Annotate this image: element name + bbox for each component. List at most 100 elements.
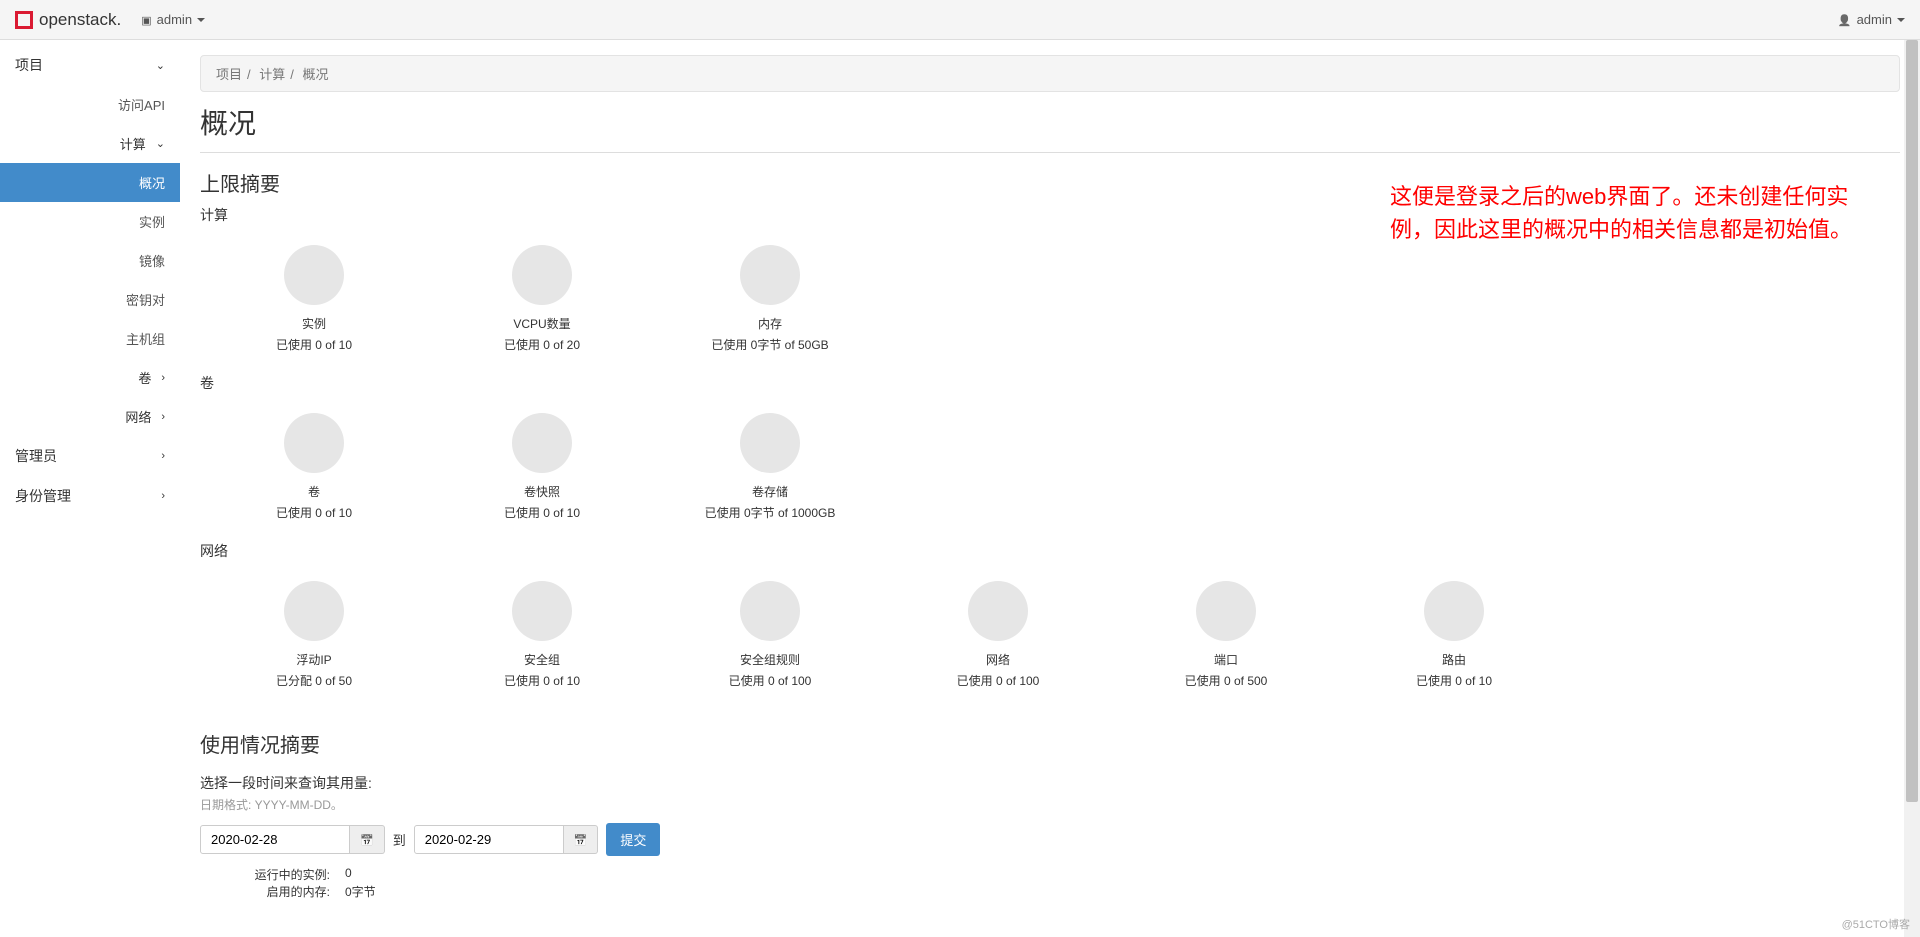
nav-keypairs[interactable]: 密钥对 <box>0 280 180 319</box>
date-to-input[interactable] <box>414 825 564 854</box>
nav-api-access[interactable]: 访问API <box>0 85 180 124</box>
quota-item: 卷存储已使用 0字节 of 1000GB <box>656 403 884 531</box>
domain-label: admin <box>157 12 192 27</box>
quota-chart-icon <box>1424 581 1484 641</box>
quota-usage: 已使用 0 of 10 <box>276 504 352 521</box>
quota-label: 卷存储 <box>752 483 788 500</box>
quota-label: 路由 <box>1442 651 1466 668</box>
chevron-down-icon: ⌄ <box>156 59 165 72</box>
quota-label: 端口 <box>1214 651 1238 668</box>
page-title: 概况 <box>200 102 1900 153</box>
chevron-right-icon: › <box>161 411 165 423</box>
quota-label: 安全组规则 <box>740 651 800 668</box>
quota-item: 端口已使用 0 of 500 <box>1112 571 1340 699</box>
quota-label: 实例 <box>302 315 326 332</box>
submit-button[interactable]: 提交 <box>606 823 660 856</box>
chevron-right-icon: › <box>161 450 165 462</box>
quota-chart-icon <box>284 413 344 473</box>
quota-item: 卷已使用 0 of 10 <box>200 403 428 531</box>
running-instances-value: 0 <box>345 866 352 883</box>
date-from-input[interactable] <box>200 825 350 854</box>
quota-item: 内存已使用 0字节 of 50GB <box>656 235 884 363</box>
quota-chart-icon <box>1196 581 1256 641</box>
chevron-right-icon: › <box>161 490 165 502</box>
nav-hostgroups[interactable]: 主机组 <box>0 319 180 358</box>
calendar-icon[interactable] <box>564 825 599 854</box>
quota-label: 网络 <box>986 651 1010 668</box>
used-ram-value: 0字节 <box>345 883 376 900</box>
quota-chart-icon <box>284 245 344 305</box>
user-dropdown[interactable]: admin <box>1838 12 1905 27</box>
user-label: admin <box>1857 12 1892 27</box>
crumb-overview: 概况 <box>303 67 329 82</box>
quota-usage: 已使用 0 of 100 <box>729 672 812 689</box>
nav-label: 卷 <box>15 368 151 387</box>
brand-text: openstack. <box>39 10 121 30</box>
quota-chart-icon <box>968 581 1028 641</box>
quota-row-compute: 实例已使用 0 of 10VCPU数量已使用 0 of 20内存已使用 0字节 … <box>200 235 1900 363</box>
crumb-project[interactable]: 项目 <box>216 67 242 82</box>
nav-label: 项目 <box>15 55 43 75</box>
to-label: 到 <box>393 830 406 849</box>
nav-label: 概况 <box>139 173 165 192</box>
quota-usage: 已使用 0 of 10 <box>504 504 580 521</box>
quota-chart-icon <box>284 581 344 641</box>
calendar-icon[interactable] <box>350 825 385 854</box>
nav-compute[interactable]: 计算 ⌄ <box>0 124 180 163</box>
user-icon <box>1838 12 1852 27</box>
quota-usage: 已使用 0字节 of 1000GB <box>705 504 836 521</box>
quota-row-volumes: 卷已使用 0 of 10卷快照已使用 0 of 10卷存储已使用 0字节 of … <box>200 403 1900 531</box>
annotation-note: 这便是登录之后的web界面了。还未创建任何实例，因此这里的概况中的相关信息都是初… <box>1390 180 1890 246</box>
nav-identity[interactable]: 身份管理 › <box>0 476 180 516</box>
crumb-compute[interactable]: 计算 <box>259 67 285 82</box>
quota-item: 浮动IP 已分配 0 of 50 <box>200 571 428 699</box>
nav-label: 访问API <box>118 95 165 114</box>
scrollbar-thumb[interactable] <box>1906 40 1918 802</box>
quota-chart-icon <box>740 581 800 641</box>
watermark: @51CTO博客 <box>1842 916 1910 932</box>
quota-item: 卷快照已使用 0 of 10 <box>428 403 656 531</box>
quota-item: VCPU数量已使用 0 of 20 <box>428 235 656 363</box>
quota-label: VCPU数量 <box>513 315 570 332</box>
quota-usage: 已使用 0字节 of 50GB <box>711 336 828 353</box>
quota-label: 卷快照 <box>524 483 560 500</box>
sidebar: 项目 ⌄ 访问API 计算 ⌄ 概况 实例 镜像 密钥对 主机组 卷 › 网 <box>0 40 180 930</box>
quota-chart-icon <box>740 413 800 473</box>
nav-instances[interactable]: 实例 <box>0 202 180 241</box>
domain-dropdown[interactable]: admin <box>141 12 205 27</box>
nav-network[interactable]: 网络 › <box>0 397 180 436</box>
nav-label: 镜像 <box>139 251 165 270</box>
quota-item: 安全组规则已使用 0 of 100 <box>656 571 884 699</box>
breadcrumb: 项目/ 计算/ 概况 <box>200 55 1900 92</box>
openstack-logo-icon <box>15 11 33 29</box>
caret-down-icon <box>197 18 205 22</box>
nav-overview[interactable]: 概况 <box>0 163 180 202</box>
chevron-down-icon: ⌄ <box>156 137 165 150</box>
brand-logo[interactable]: openstack. <box>15 10 121 30</box>
nav-label: 管理员 <box>15 446 57 466</box>
scrollbar[interactable] <box>1904 40 1920 937</box>
nav-label: 实例 <box>139 212 165 231</box>
quota-item: 路由已使用 0 of 10 <box>1340 571 1568 699</box>
nav-volumes[interactable]: 卷 › <box>0 358 180 397</box>
nav-images[interactable]: 镜像 <box>0 241 180 280</box>
quota-usage: 已使用 0 of 10 <box>276 336 352 353</box>
nav-project[interactable]: 项目 ⌄ <box>0 45 180 85</box>
date-format-hint: 日期格式: YYYY-MM-DD。 <box>200 796 1900 813</box>
quota-label: 浮动IP <box>296 651 331 668</box>
quota-chart-icon <box>512 413 572 473</box>
quota-usage: 已使用 0 of 10 <box>504 672 580 689</box>
nav-admin[interactable]: 管理员 › <box>0 436 180 476</box>
topbar-left: openstack. admin <box>15 10 205 30</box>
usage-query-label: 选择一段时间来查询其用量: <box>200 773 1900 793</box>
quota-usage: 已使用 0 of 20 <box>504 336 580 353</box>
running-instances-key: 运行中的实例: <box>200 866 330 883</box>
nav-label: 密钥对 <box>126 290 165 309</box>
quota-item: 安全组已使用 0 of 10 <box>428 571 656 699</box>
quota-usage: 已使用 0 of 500 <box>1185 672 1268 689</box>
quota-usage: 已分配 0 of 50 <box>276 672 352 689</box>
quota-chart-icon <box>740 245 800 305</box>
network-section-title: 网络 <box>200 541 1900 561</box>
topbar: openstack. admin admin <box>0 0 1920 40</box>
volumes-section-title: 卷 <box>200 373 1900 393</box>
